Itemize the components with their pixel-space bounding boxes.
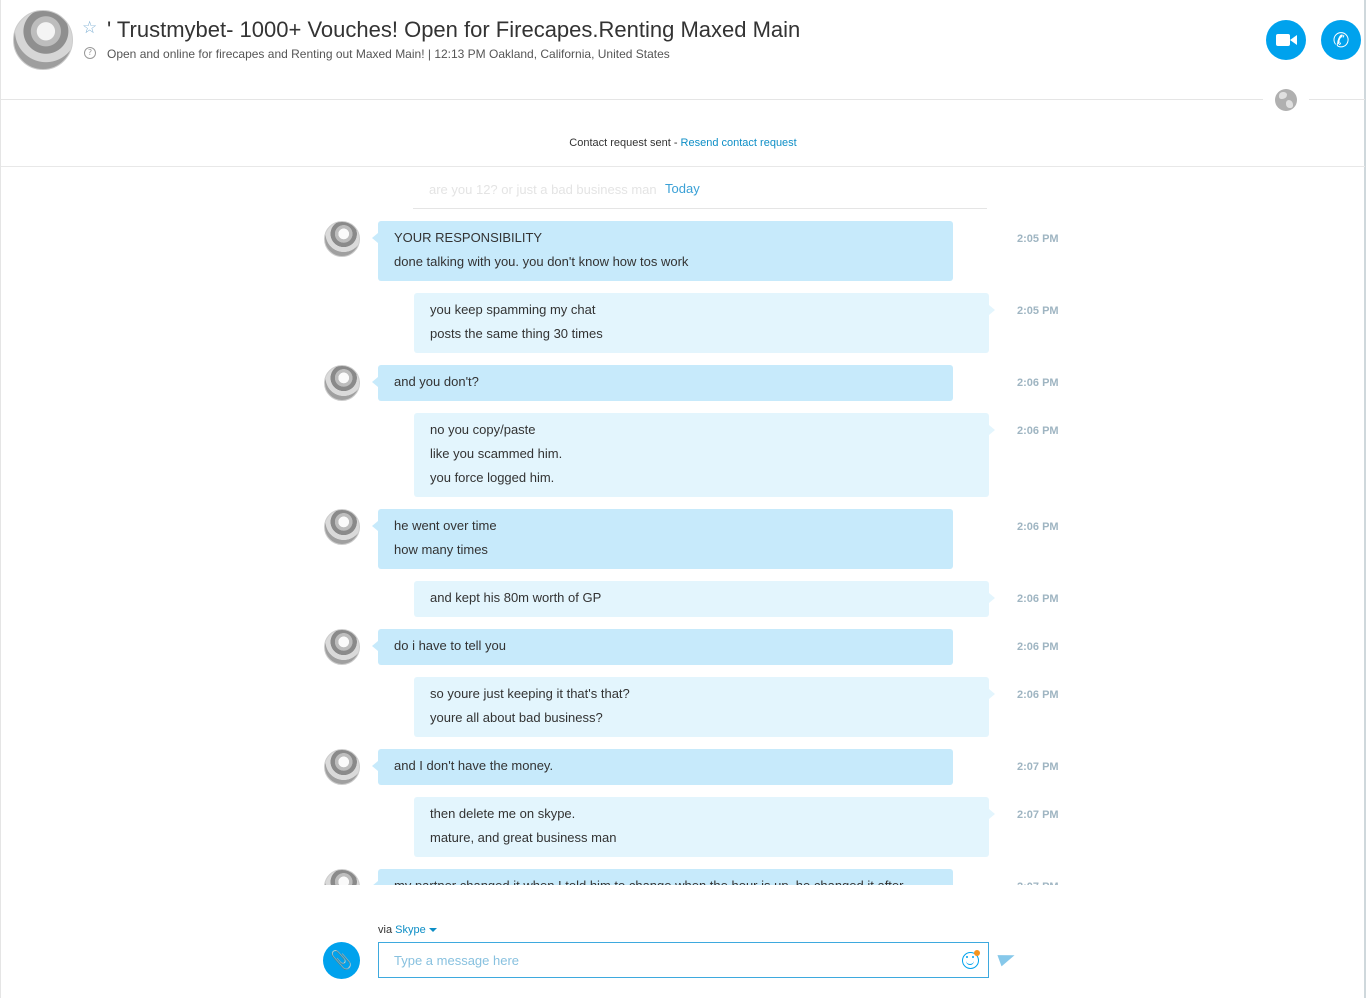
incoming-message-bubble[interactable]: do i have to tell you <box>372 629 953 665</box>
message-text-line: you force logged him. <box>430 470 555 485</box>
video-camera-icon <box>1276 34 1297 46</box>
paperclip-icon: 📎 <box>330 950 353 971</box>
incoming-message-bubble[interactable]: he went over time how many times <box>372 509 953 569</box>
star-icon[interactable]: ☆ <box>82 18 97 38</box>
resend-contact-request-link[interactable]: Resend contact request <box>681 137 797 149</box>
video-call-button[interactable] <box>1266 20 1306 60</box>
bubble-tail <box>372 881 378 885</box>
message-input[interactable] <box>378 942 989 978</box>
attach-button[interactable]: 📎 <box>323 942 360 979</box>
message-timestamp: 2:06 PM <box>1017 689 1059 701</box>
message-timestamp: 2:07 PM <box>1017 761 1059 773</box>
incoming-message-bubble[interactable]: my partner changed it when I told him to… <box>372 869 953 885</box>
message-text-line: and you don't? <box>394 374 479 389</box>
bubble-tail <box>989 425 995 435</box>
message-text-line: like you scammed him. <box>430 446 563 461</box>
message-text-line: posts the same thing 30 times <box>430 326 603 341</box>
bubble-tail <box>372 233 378 243</box>
message-text-line: you keep spamming my chat <box>430 302 596 317</box>
message-text-line: then delete me on skype. <box>430 806 576 821</box>
message-text-line: and kept his 80m worth of GP <box>430 590 602 605</box>
outgoing-message-bubble[interactable]: you keep spamming my chat posts the same … <box>414 293 995 353</box>
contact-request-text: Contact request sent - <box>569 137 681 149</box>
message-timestamp: 2:06 PM <box>1017 425 1059 437</box>
message-text-line: youre all about bad business? <box>430 710 603 725</box>
incoming-message-bubble[interactable]: YOUR RESPONSIBILITY done talking with you… <box>372 221 953 281</box>
message-text-line: YOUR RESPONSIBILITY <box>394 230 543 245</box>
via-service-dropdown[interactable]: Skype <box>395 924 437 936</box>
question-icon: ? <box>84 47 96 59</box>
bubble-tail <box>989 809 995 819</box>
sender-avatar[interactable] <box>324 365 360 401</box>
previous-message-faded: are you 12? or just a bad business man <box>429 182 657 197</box>
bubble-tail <box>989 305 995 315</box>
day-divider <box>413 208 987 209</box>
day-label: Today <box>663 181 702 196</box>
sender-avatar[interactable] <box>324 749 360 785</box>
emoticon-notification-dot <box>974 950 980 956</box>
outgoing-message-bubble[interactable]: no you copy/paste like you scammed him. yo… <box>414 413 995 497</box>
message-timestamp: 2:06 PM <box>1017 641 1059 653</box>
send-icon[interactable] <box>997 949 1017 967</box>
message-timestamp: 2:07 PM <box>1017 809 1059 821</box>
sender-avatar[interactable] <box>324 629 360 665</box>
via-service-label: Skype <box>395 924 426 936</box>
outgoing-message-bubble[interactable]: then delete me on skype. mature, and grea… <box>414 797 995 857</box>
bubble-tail <box>372 761 378 771</box>
message-text-line: and I don't have the money. <box>394 758 554 773</box>
sender-avatar[interactable] <box>324 509 360 545</box>
via-label: via <box>378 924 393 936</box>
message-text-line: do i have to tell you <box>394 638 507 653</box>
contact-request-banner: Contact request sent - Resend contact re… <box>1 137 1365 149</box>
contact-mood-and-location: Open and online for firecapes and Rentin… <box>107 47 670 61</box>
bubble-tail <box>372 641 378 651</box>
bubble-tail <box>989 689 995 699</box>
outgoing-message-bubble[interactable]: and kept his 80m worth of GP <box>414 581 995 617</box>
message-timestamp: 2:06 PM <box>1017 377 1059 389</box>
bubble-tail <box>989 593 995 603</box>
message-timestamp: 2:06 PM <box>1017 593 1059 605</box>
message-text-line: so youre just keeping it that's that? <box>430 686 630 701</box>
conversation-header: ☆ ' Trustmybet- 1000+ Vouches! Open for … <box>1 0 1365 100</box>
message-timestamp: 2:05 PM <box>1017 233 1059 245</box>
contact-display-name[interactable]: ' Trustmybet- 1000+ Vouches! Open for Fi… <box>107 17 800 43</box>
skype-conversation-window: ☆ ' Trustmybet- 1000+ Vouches! Open for … <box>0 0 1366 998</box>
audio-call-button[interactable]: ✆ <box>1321 20 1361 60</box>
via-selector: via Skype <box>378 924 437 936</box>
incoming-message-bubble[interactable]: and I don't have the money. <box>372 749 953 785</box>
message-text-line: done talking with you. you don't know ho… <box>394 254 689 269</box>
message-text-line: no you copy/paste <box>430 422 536 437</box>
message-timestamp: 2:05 PM <box>1017 305 1059 317</box>
bubble-tail <box>372 521 378 531</box>
translator-button[interactable] <box>1263 88 1309 112</box>
message-timestamp: 2:07 PM <box>1017 881 1059 885</box>
message-timestamp: 2:06 PM <box>1017 521 1059 533</box>
globe-icon <box>1275 89 1297 111</box>
bubble-tail <box>372 377 378 387</box>
incoming-message-bubble[interactable]: and you don't? <box>372 365 953 401</box>
message-text-line: my partner changed it when I told him to… <box>394 875 937 885</box>
message-text-line: how many times <box>394 542 488 557</box>
contact-avatar[interactable] <box>13 10 73 70</box>
chevron-down-icon <box>428 928 437 933</box>
sender-avatar[interactable] <box>324 221 360 257</box>
message-history[interactable]: are you 12? or just a bad business man T… <box>1 167 1365 885</box>
outgoing-message-bubble[interactable]: so youre just keeping it that's that? you… <box>414 677 995 737</box>
sender-avatar[interactable] <box>324 869 360 885</box>
message-text-line: mature, and great business man <box>430 830 617 845</box>
phone-icon: ✆ <box>1332 28 1350 52</box>
message-text-line: he went over time <box>394 518 497 533</box>
